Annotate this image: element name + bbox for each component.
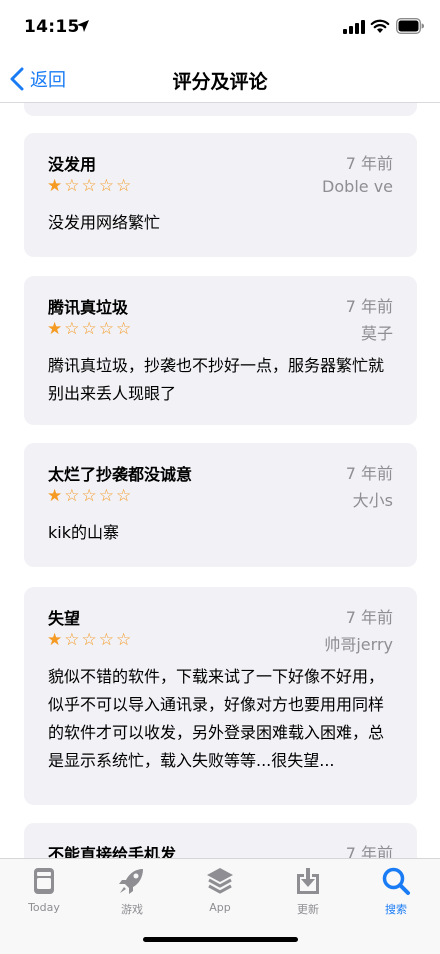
tab-search[interactable]: 搜索: [356, 865, 436, 917]
status-time: 14:15: [24, 17, 80, 37]
review-date: 7 年前: [345, 464, 393, 483]
reviews-list[interactable]: 没发用 7 年前 ★ ☆ ☆ ☆ ☆ Doble ve 没发用网络繁忙 腾讯真垃圾 7 …: [0, 103, 440, 858]
star-filled-icon: ★: [47, 319, 63, 339]
star-empty-icon: ☆: [64, 486, 80, 506]
search-icon: [382, 867, 410, 895]
review-card-previous[interactable]: [24, 103, 417, 116]
review-card[interactable]: 没发用 7 年前 ★ ☆ ☆ ☆ ☆ Doble ve 没发用网络繁忙: [24, 133, 417, 257]
review-title: 太烂了抄袭都没诚意: [48, 465, 193, 484]
review-title: 不能直接给手机发: [48, 845, 177, 858]
cellular-signal-icon: [343, 20, 365, 34]
star-empty-icon: ☆: [98, 176, 114, 196]
star-empty-icon: ☆: [98, 630, 114, 650]
star-empty-icon: ☆: [81, 630, 97, 650]
star-empty-icon: ☆: [98, 319, 114, 339]
battery-icon: [396, 18, 424, 34]
star-empty-icon: ☆: [81, 319, 97, 339]
tab-label: Today: [28, 901, 60, 914]
star-rating: ★ ☆ ☆ ☆ ☆: [47, 487, 131, 505]
review-body: 没发用网络繁忙: [48, 213, 161, 232]
star-empty-icon: ☆: [116, 486, 132, 506]
star-empty-icon: ☆: [116, 176, 132, 196]
review-date: 7 年前: [345, 608, 393, 627]
star-rating: ★ ☆ ☆ ☆ ☆: [47, 320, 131, 338]
review-author: 莫子: [360, 324, 393, 343]
review-author: 大小s: [352, 491, 393, 510]
tab-games[interactable]: 游戏: [92, 865, 172, 917]
review-date: 7 年前: [345, 297, 393, 316]
review-card[interactable]: 不能直接给手机发 7 年前: [24, 823, 417, 858]
review-card[interactable]: 失望 7 年前 ★ ☆ ☆ ☆ ☆ 帅哥jerry 貌似不错的软件，下载来试了一下好像不…: [24, 587, 417, 805]
star-empty-icon: ☆: [81, 486, 97, 506]
review-date: 7 年前: [345, 154, 393, 173]
review-title: 腾讯真垃圾: [48, 298, 129, 317]
review-card[interactable]: 腾讯真垃圾 7 年前 ★ ☆ ☆ ☆ ☆ 莫子 腾讯真垃圾，抄袭也不抄好一点，服务器繁忙…: [24, 276, 417, 425]
tab-updates[interactable]: 更新: [268, 865, 348, 917]
tab-label: 游戏: [121, 903, 143, 916]
tab-label: 更新: [297, 903, 319, 916]
star-empty-icon: ☆: [64, 176, 80, 196]
page-title: 评分及评论: [172, 71, 268, 93]
review-title: 失望: [48, 609, 81, 628]
nav-bar: 返回 评分及评论: [0, 56, 440, 103]
star-rating: ★ ☆ ☆ ☆ ☆: [47, 177, 131, 195]
tab-label: App: [209, 901, 231, 914]
download-icon: [297, 868, 319, 894]
review-body: kik的山寨: [48, 523, 119, 542]
rocket-icon: [119, 869, 143, 894]
star-filled-icon: ★: [47, 630, 63, 650]
review-date: 7 年前: [345, 844, 393, 858]
star-filled-icon: ★: [47, 176, 63, 196]
tab-apps[interactable]: App: [180, 865, 260, 914]
review-author: Doble ve: [322, 177, 393, 196]
star-empty-icon: ☆: [64, 319, 80, 339]
tab-label: 搜索: [385, 903, 407, 916]
review-body: 腾讯真垃圾，抄袭也不抄好一点，服务器繁忙就别出来丢人现眼了: [48, 356, 385, 403]
tab-today[interactable]: Today: [4, 865, 84, 914]
review-title: 没发用: [48, 155, 97, 174]
home-indicator[interactable]: [143, 937, 298, 942]
star-empty-icon: ☆: [116, 630, 132, 650]
layers-icon: [207, 868, 233, 894]
star-empty-icon: ☆: [81, 176, 97, 196]
star-rating: ★ ☆ ☆ ☆ ☆: [47, 631, 131, 649]
today-icon: [34, 868, 54, 894]
star-empty-icon: ☆: [64, 630, 80, 650]
star-empty-icon: ☆: [98, 486, 114, 506]
status-bar: 14:15: [0, 0, 440, 56]
wifi-icon: [370, 19, 390, 33]
review-body: 貌似不错的软件，下载来试了一下好像不好用，似乎不可以导入通讯录，好像对方也要用用…: [48, 667, 385, 770]
review-author: 帅哥jerry: [324, 635, 393, 654]
star-filled-icon: ★: [47, 486, 63, 506]
star-empty-icon: ☆: [116, 319, 132, 339]
review-card[interactable]: 太烂了抄袭都没诚意 7 年前 ★ ☆ ☆ ☆ ☆ 大小s kik的山寨: [24, 443, 417, 567]
location-arrow-icon: [77, 20, 89, 32]
